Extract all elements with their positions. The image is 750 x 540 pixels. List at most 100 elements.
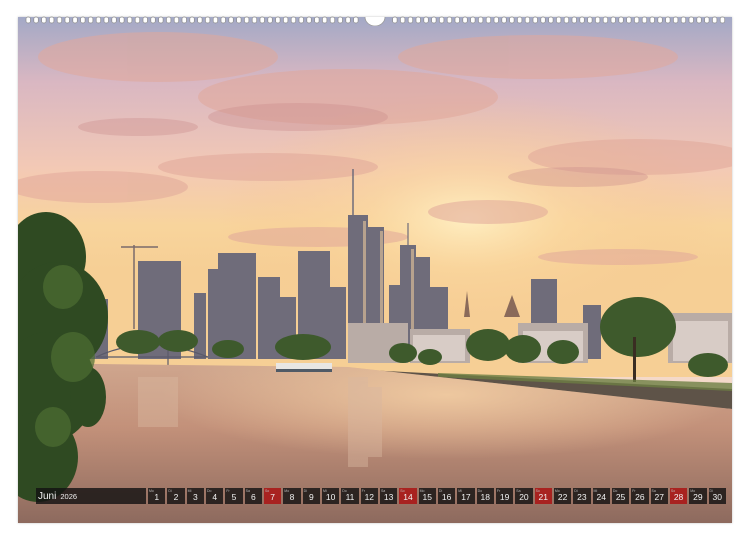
day-cell: So 28: [669, 488, 688, 504]
day-cell: So 21: [534, 488, 552, 504]
day-number: 18: [480, 492, 490, 502]
binding-ring: [712, 16, 718, 24]
binding-ring: [322, 16, 328, 24]
binding-ring: [462, 16, 468, 24]
binding-ring: [493, 16, 499, 24]
day-number: 25: [615, 492, 626, 502]
binding-ring: [49, 16, 55, 24]
day-number: 26: [635, 492, 645, 502]
day-cell: Fr 19: [495, 488, 514, 504]
binding-ring: [142, 16, 148, 24]
binding-ring: [353, 16, 359, 24]
binding-ring: [103, 16, 109, 24]
day-cell: Mi 3: [186, 488, 205, 504]
binding-ring: [259, 16, 265, 24]
day-number: 21: [538, 492, 548, 502]
binding-ring: [719, 16, 726, 24]
day-cell: Fr 26: [631, 488, 649, 504]
binding-ring: [275, 16, 281, 24]
day-number: 4: [212, 492, 218, 502]
day-cell: Sa 6: [244, 488, 263, 504]
binding-ring: [306, 16, 312, 24]
binding-ring: [345, 16, 351, 24]
binding-ring: [283, 16, 289, 24]
month-label: Juni 2026: [36, 488, 146, 504]
binding-ring: [64, 16, 70, 24]
day-cell: Mi 10: [321, 488, 340, 504]
binding-ring: [298, 16, 304, 24]
day-number: 30: [712, 492, 722, 502]
binding-ring: [251, 16, 258, 24]
day-cell: Di 2: [167, 488, 185, 504]
day-cell: Mo 8: [283, 488, 301, 504]
day-cell: Do 18: [476, 488, 494, 504]
binding-ring: [423, 16, 429, 24]
day-number: 7: [270, 492, 276, 502]
year: 2026: [60, 491, 78, 501]
binding-ring: [220, 16, 226, 24]
day-number: 9: [308, 492, 314, 502]
binding-ring: [688, 16, 694, 24]
binding-ring: [571, 16, 577, 24]
binding-ring: [431, 16, 437, 24]
binding-ring: [610, 16, 616, 24]
binding-ring: [563, 16, 570, 24]
day-number: 10: [325, 492, 336, 502]
binding-ring: [166, 16, 172, 24]
binding-ring: [290, 16, 297, 24]
binding-ring: [665, 16, 671, 24]
binding-ring: [267, 16, 273, 24]
binding-ring: [626, 16, 632, 24]
day-number: 3: [192, 492, 198, 502]
binding-ring: [704, 16, 710, 24]
binding-ring: [205, 16, 211, 24]
binding-ring: [197, 16, 203, 24]
binding-ring: [111, 16, 117, 24]
day-number: 13: [383, 492, 394, 502]
binding-ring: [119, 16, 125, 24]
day-number: 14: [403, 492, 413, 502]
binding-ring: [56, 16, 63, 24]
day-cell: Do 11: [341, 488, 359, 504]
hanger-hole: [364, 16, 386, 26]
day-cell: Mo 22: [553, 488, 572, 504]
binding-ring: [478, 16, 484, 24]
binding-ring: [400, 16, 406, 24]
binding-ring: [509, 16, 515, 24]
day-number: 28: [673, 492, 684, 502]
day-cell: Fr 5: [225, 488, 243, 504]
binding-ring: [158, 16, 164, 24]
day-number: 27: [654, 492, 664, 502]
binding-ring: [439, 16, 445, 24]
binding-ring: [470, 16, 476, 24]
boat: [276, 363, 332, 372]
binding-ring: [80, 16, 86, 24]
binding-ring: [657, 16, 663, 24]
binding-ring: [641, 16, 648, 24]
binding-ring: [540, 16, 546, 24]
binding-ring: [415, 16, 421, 24]
binding-ring: [41, 16, 47, 24]
day-number: 12: [364, 492, 375, 502]
day-cell: Di 9: [302, 488, 321, 504]
calendar-page: Juni 2026 Mo 1 Di 2 Mi 3 Do 4 Fr 5 Sa 6 So 7 Mo 8 Di 9 Mi 1…: [18, 17, 732, 523]
binding-ring: [634, 16, 640, 24]
binding-ring: [556, 16, 562, 24]
binding-ring: [587, 16, 593, 24]
day-number: 8: [289, 492, 295, 502]
binding-ring: [673, 16, 679, 24]
binding-ring: [485, 16, 492, 24]
day-cell: Di 16: [437, 488, 456, 504]
binding-ring: [501, 16, 507, 24]
day-cell: Mo 15: [418, 488, 436, 504]
day-cell: Do 4: [205, 488, 224, 504]
binding-ring: [189, 16, 195, 24]
binding-ring: [173, 16, 180, 24]
frankfurt-skyline-photo: [18, 17, 732, 523]
day-number: 2: [173, 492, 179, 502]
binding-ring: [649, 16, 655, 24]
day-cell: So 7: [263, 488, 282, 504]
binding-ring: [127, 16, 133, 24]
binding-ring: [532, 16, 538, 24]
binding-ring: [595, 16, 601, 24]
